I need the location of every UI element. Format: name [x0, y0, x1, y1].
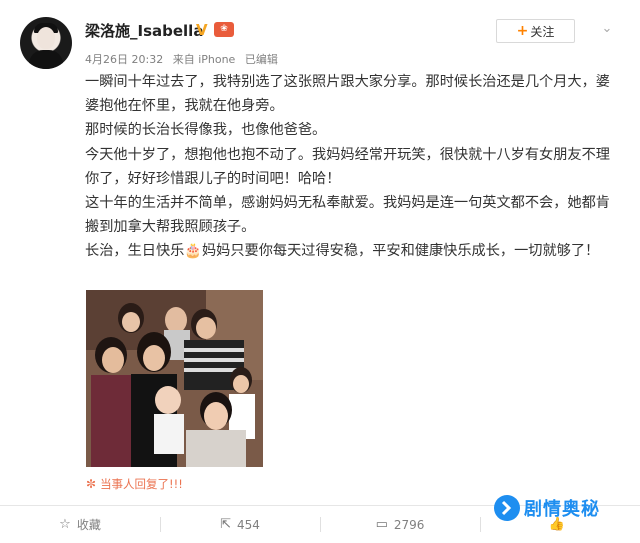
- comment-icon: ▭: [375, 517, 388, 532]
- avatar-face: [37, 27, 55, 49]
- watermark: 剧情奥秘: [494, 495, 600, 521]
- post-content: 一瞬间十年过去了，我特别选了这张照片跟大家分享。那时候长治还是几个月大，婆婆抱他…: [85, 70, 620, 264]
- plus-icon: +: [516, 23, 529, 39]
- favorite-button[interactable]: ☆ 收藏: [0, 506, 160, 543]
- post-source: 来自 iPhone: [172, 53, 236, 66]
- post-paragraph: 长治，生日快乐🎂妈妈只要你每天过得安稳，平安和健康快乐成长，一切就够了！: [85, 243, 600, 260]
- post-photo[interactable]: [86, 290, 263, 467]
- repost-icon: ⇱: [220, 517, 231, 532]
- avatar[interactable]: [20, 17, 72, 69]
- chevron-down-icon[interactable]: ⌄: [598, 20, 616, 38]
- post-paragraph: 今天他十岁了，想抱他也抱不动了。我妈妈经常开玩笑，很快就十八岁有女朋友不理你了，…: [85, 146, 610, 187]
- post-paragraph: 那时候的长治长得像我，也像他爸爸。: [85, 122, 327, 139]
- avatar-body: [29, 50, 63, 69]
- repost-button[interactable]: ⇱ 454: [160, 506, 320, 543]
- comment-count: 2796: [393, 517, 425, 532]
- post-time[interactable]: 4月26日 20:32: [85, 53, 163, 66]
- post-meta: 4月26日 20:32 来自 iPhone 已编辑: [85, 51, 284, 67]
- star-icon: ☆: [59, 517, 71, 532]
- post-paragraph: 一瞬间十年过去了，我特别选了这张照片跟大家分享。那时候长治还是几个月大，婆婆抱他…: [85, 74, 610, 115]
- comment-button[interactable]: ▭ 2796: [320, 506, 480, 543]
- flower-icon: ✼: [86, 477, 97, 491]
- post-paragraph: 这十年的生活并不简单，感谢妈妈无私奉献爱。我妈妈是连一句英文都不会，她都肯搬到加…: [85, 195, 610, 236]
- weibo-post: 梁洛施_Isabella V ❀ 4月26日 20:32 来自 iPhone 已…: [0, 0, 640, 543]
- family-photo-image: [86, 290, 263, 467]
- user-name[interactable]: 梁洛施_Isabella: [85, 20, 203, 41]
- follow-button[interactable]: + 关注: [496, 19, 575, 43]
- edited-label[interactable]: 已编辑: [245, 53, 278, 66]
- reply-note-text: 当事人回复了!!!: [100, 477, 183, 491]
- vip-icon: ❀: [214, 22, 234, 37]
- verified-icon: V: [196, 21, 208, 39]
- repost-count: 454: [237, 517, 260, 532]
- watermark-logo-icon: [494, 495, 520, 521]
- follow-label: 关注: [530, 24, 555, 39]
- favorite-label: 收藏: [76, 518, 101, 532]
- watermark-text: 剧情奥秘: [524, 499, 600, 520]
- reply-note[interactable]: ✼ 当事人回复了!!!: [86, 476, 183, 492]
